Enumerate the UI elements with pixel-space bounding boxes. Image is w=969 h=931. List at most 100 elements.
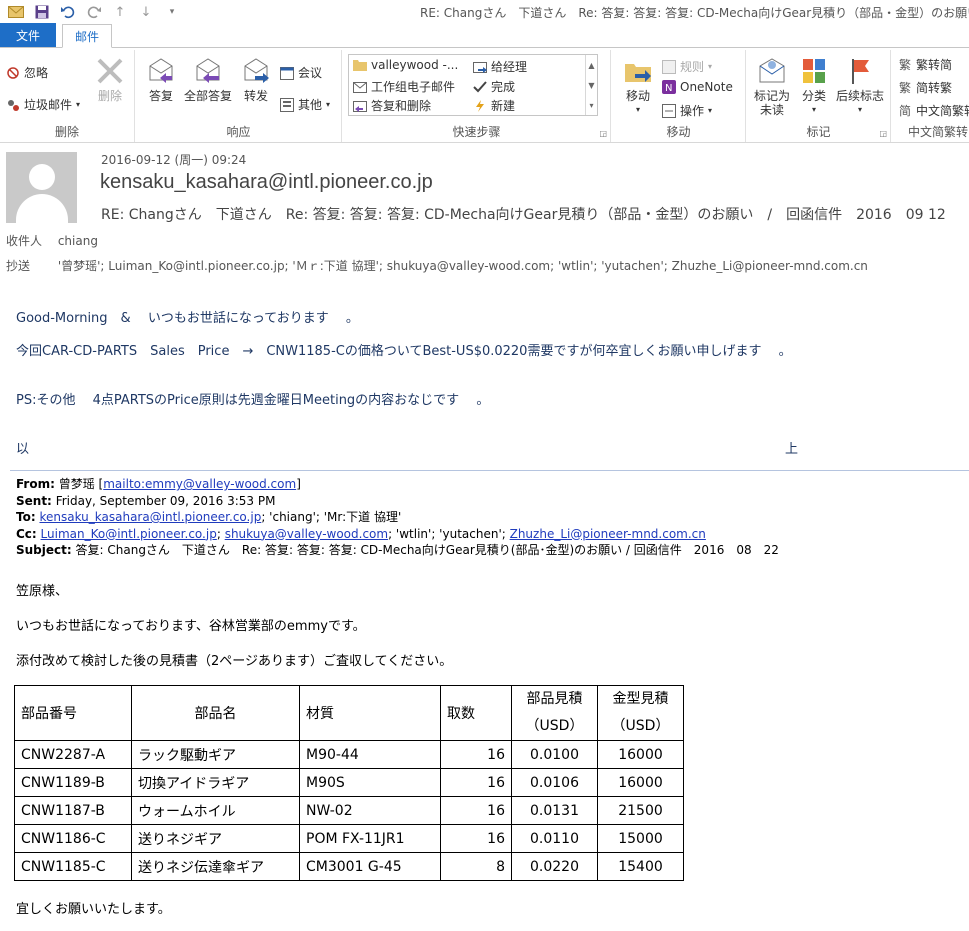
quickstep-reply-delete[interactable]: 答复和删除 bbox=[353, 97, 431, 114]
to-recipient[interactable]: chiang bbox=[58, 234, 98, 248]
flag-icon bbox=[845, 56, 875, 86]
col-material: 材質 bbox=[299, 685, 441, 741]
quickstep-to-manager[interactable]: 给经理 bbox=[473, 58, 527, 75]
quoted-cc-link-2[interactable]: shukuya@valley-wood.com bbox=[225, 527, 388, 541]
rules-icon bbox=[662, 59, 676, 74]
body-ps: PS:その他 4点PARTSのPrice原則は先週金曜日Meetingの内容おな… bbox=[16, 393, 490, 408]
undo-icon[interactable] bbox=[60, 4, 76, 20]
ignore-icon bbox=[6, 66, 20, 80]
ignore-button[interactable]: 忽略 bbox=[6, 64, 48, 81]
quoted-subject-row: Subject: 答复: Changさん 下道さん Re: 答复: 答复: 答复… bbox=[16, 543, 779, 557]
followup-button[interactable]: 后续标志 ▾ bbox=[833, 56, 887, 117]
quote-table: 部品番号 部品名 材質 取数 部品見積 （USD） 金型見積 （USD） CNW… bbox=[14, 685, 684, 881]
categorize-button[interactable]: 分类 ▾ bbox=[799, 56, 829, 117]
cc-recipients[interactable]: '曾梦瑶'; Luiman_Ko@intl.pioneer.co.jp; 'Ｍｒ… bbox=[58, 259, 868, 273]
forward-button[interactable]: 转发 bbox=[240, 56, 272, 103]
quoted-to-link[interactable]: kensaku_kasahara@intl.pioneer.co.jp bbox=[39, 510, 261, 524]
quoted-para-1: いつもお世話になっております、谷林営業部のemmyです。 bbox=[16, 619, 366, 634]
body-price-request: 今回CAR-CD-PARTS Sales Price → CNW1185-Cの価… bbox=[16, 344, 792, 359]
chinese-conversion-group: 繁 繁转简 繁 简转繁 简 中文简繁转 中文简繁转 bbox=[892, 50, 969, 142]
calendar-icon bbox=[280, 66, 294, 80]
respond-group-label: 响应 bbox=[226, 125, 251, 139]
forward-manager-icon bbox=[473, 60, 487, 74]
mark-unread-button[interactable]: 标记为 未读 bbox=[751, 56, 793, 117]
table-row: CNW1189-B 切換アイドラギア M90S 16 0.0106 16000 bbox=[14, 768, 684, 797]
quickstep-valleywood[interactable]: valleywood -... bbox=[353, 58, 458, 72]
checkmark-icon bbox=[473, 80, 487, 94]
quoted-cc-link-3[interactable]: Zhuzhe_Li@pioneer-mnd.com.cn bbox=[510, 527, 706, 541]
col-part-name: 部品名 bbox=[131, 685, 300, 741]
quoted-cc-link-1[interactable]: Luiman_Ko@intl.pioneer.co.jp bbox=[41, 527, 217, 541]
quick-access-toolbar: ↑ ↓ ▾ bbox=[0, 4, 180, 20]
mail-icon[interactable] bbox=[8, 4, 24, 20]
scroll-up-icon[interactable]: ▲ bbox=[588, 61, 594, 70]
onenote-button[interactable]: N OneNote bbox=[662, 80, 733, 94]
down-arrow-icon[interactable]: ↓ bbox=[138, 4, 154, 20]
body-closing-right: 上 bbox=[785, 442, 799, 457]
lightning-icon bbox=[473, 99, 487, 113]
convert-icon: 简 bbox=[898, 104, 911, 118]
col-mold-price: 金型見積 （USD） bbox=[597, 685, 684, 741]
reply-all-icon bbox=[193, 56, 223, 86]
dialog-launcher-icon[interactable]: ◲ bbox=[599, 129, 607, 138]
tab-file[interactable]: 文件 bbox=[0, 23, 56, 47]
quickstep-done[interactable]: 完成 bbox=[473, 78, 515, 95]
rules-button[interactable]: 规则 ▾ bbox=[662, 58, 712, 75]
quoted-from-link[interactable]: mailto:emmy@valley-wood.com bbox=[103, 477, 296, 491]
expand-gallery-icon[interactable]: ▾ bbox=[589, 101, 593, 110]
actions-icon bbox=[662, 103, 676, 118]
quoted-cc-row: Cc: Luiman_Ko@intl.pioneer.co.jp; shukuy… bbox=[16, 526, 706, 541]
table-row: CNW1185-C 送りネジ伝達傘ギア CM3001 G-45 8 0.0220… bbox=[14, 852, 684, 881]
quoted-from-row: From: 曾梦瑶 [mailto:emmy@valley-wood.com] bbox=[16, 477, 301, 491]
to-row: 收件人 chiang bbox=[6, 232, 98, 249]
folder-icon bbox=[353, 58, 367, 72]
team-email-icon bbox=[353, 80, 367, 94]
quickstep-new[interactable]: 新建 bbox=[473, 97, 515, 114]
redo-icon[interactable] bbox=[86, 4, 102, 20]
reply-all-button[interactable]: 全部答复 bbox=[182, 56, 234, 103]
cc-row: 抄送 '曾梦瑶'; Luiman_Ko@intl.pioneer.co.jp; … bbox=[6, 257, 868, 274]
col-quantity: 取数 bbox=[440, 685, 512, 741]
save-icon[interactable] bbox=[34, 4, 50, 20]
message-date: 2016-09-12 (周一) 09:24 bbox=[101, 153, 247, 167]
sender-address[interactable]: kensaku_kasahara@intl.pioneer.co.jp bbox=[100, 171, 433, 194]
table-header-row: 部品番号 部品名 材質 取数 部品見積 （USD） 金型見積 （USD） bbox=[14, 685, 684, 741]
body-closing-left: 以 bbox=[16, 442, 30, 457]
reply-button[interactable]: 答复 bbox=[144, 56, 178, 103]
move-button[interactable]: 移动 ▾ bbox=[620, 56, 656, 117]
trad-to-simp-button[interactable]: 繁 繁转简 bbox=[898, 56, 952, 73]
table-row: CNW1186-C 送りネジギア POM FX-11JR1 16 0.0110 … bbox=[14, 824, 684, 853]
dialog-launcher-icon[interactable]: ◲ bbox=[879, 129, 887, 138]
quicksteps-group-label: 快速步骤 bbox=[452, 125, 501, 139]
quoted-to-row: To: kensaku_kasahara@intl.pioneer.co.jp;… bbox=[16, 510, 402, 524]
more-respond-button[interactable]: 其他 ▾ bbox=[280, 96, 330, 113]
move-group: 移动 ▾ 规则 ▾ N OneNote 操作 ▾ 移动 bbox=[612, 50, 746, 142]
delete-button[interactable]: 删除 bbox=[92, 56, 128, 103]
meeting-button[interactable]: 会议 bbox=[280, 64, 322, 81]
up-arrow-icon[interactable]: ↑ bbox=[112, 4, 128, 20]
col-part-number: 部品番号 bbox=[14, 685, 132, 741]
tab-mail[interactable]: 邮件 bbox=[62, 24, 112, 48]
scroll-down-icon[interactable]: ▼ bbox=[588, 81, 594, 90]
categorize-icon bbox=[799, 56, 829, 86]
actions-button[interactable]: 操作 ▾ bbox=[662, 102, 712, 119]
delete-group-label: 删除 bbox=[54, 125, 79, 139]
ribbon: 忽略 垃圾邮件 ▾ 删除 删除 答复 全部答复 转发 会议 其他 ▾ 响应 va… bbox=[0, 48, 969, 143]
chevron-down-icon: ▾ bbox=[635, 105, 640, 114]
reply-delete-icon bbox=[353, 99, 367, 113]
table-row: CNW1187-B ウォームホイル NW-02 16 0.0131 21500 bbox=[14, 796, 684, 825]
respond-group: 答复 全部答复 转发 会议 其他 ▾ 响应 bbox=[136, 50, 342, 142]
quicksteps-scroller[interactable]: ▲ ▼ ▾ bbox=[585, 55, 597, 115]
quoted-greeting: 笠原様、 bbox=[16, 584, 69, 599]
chinese-convert-button[interactable]: 简 中文简繁转 bbox=[898, 102, 969, 119]
simp-to-trad-button[interactable]: 繁 简转繁 bbox=[898, 79, 952, 96]
chevron-down-icon: ▾ bbox=[326, 100, 331, 109]
chinese-group-label: 中文简繁转 bbox=[908, 125, 969, 139]
junk-button[interactable]: 垃圾邮件 ▾ bbox=[6, 96, 80, 113]
chevron-down-icon: ▾ bbox=[708, 62, 713, 71]
quicksteps-gallery: valleywood -... 工作组电子邮件 答复和删除 给经理 完成 新建 bbox=[348, 54, 598, 116]
window-title: RE: Changさん 下道さん Re: 答复: 答复: 答复: CD-Mech… bbox=[420, 6, 969, 20]
body-greeting: Good-Morning & いつもお世話になっております 。 bbox=[16, 311, 359, 326]
customize-toolbar-icon[interactable]: ▾ bbox=[164, 4, 180, 20]
quickstep-team-email[interactable]: 工作组电子邮件 bbox=[353, 78, 455, 95]
